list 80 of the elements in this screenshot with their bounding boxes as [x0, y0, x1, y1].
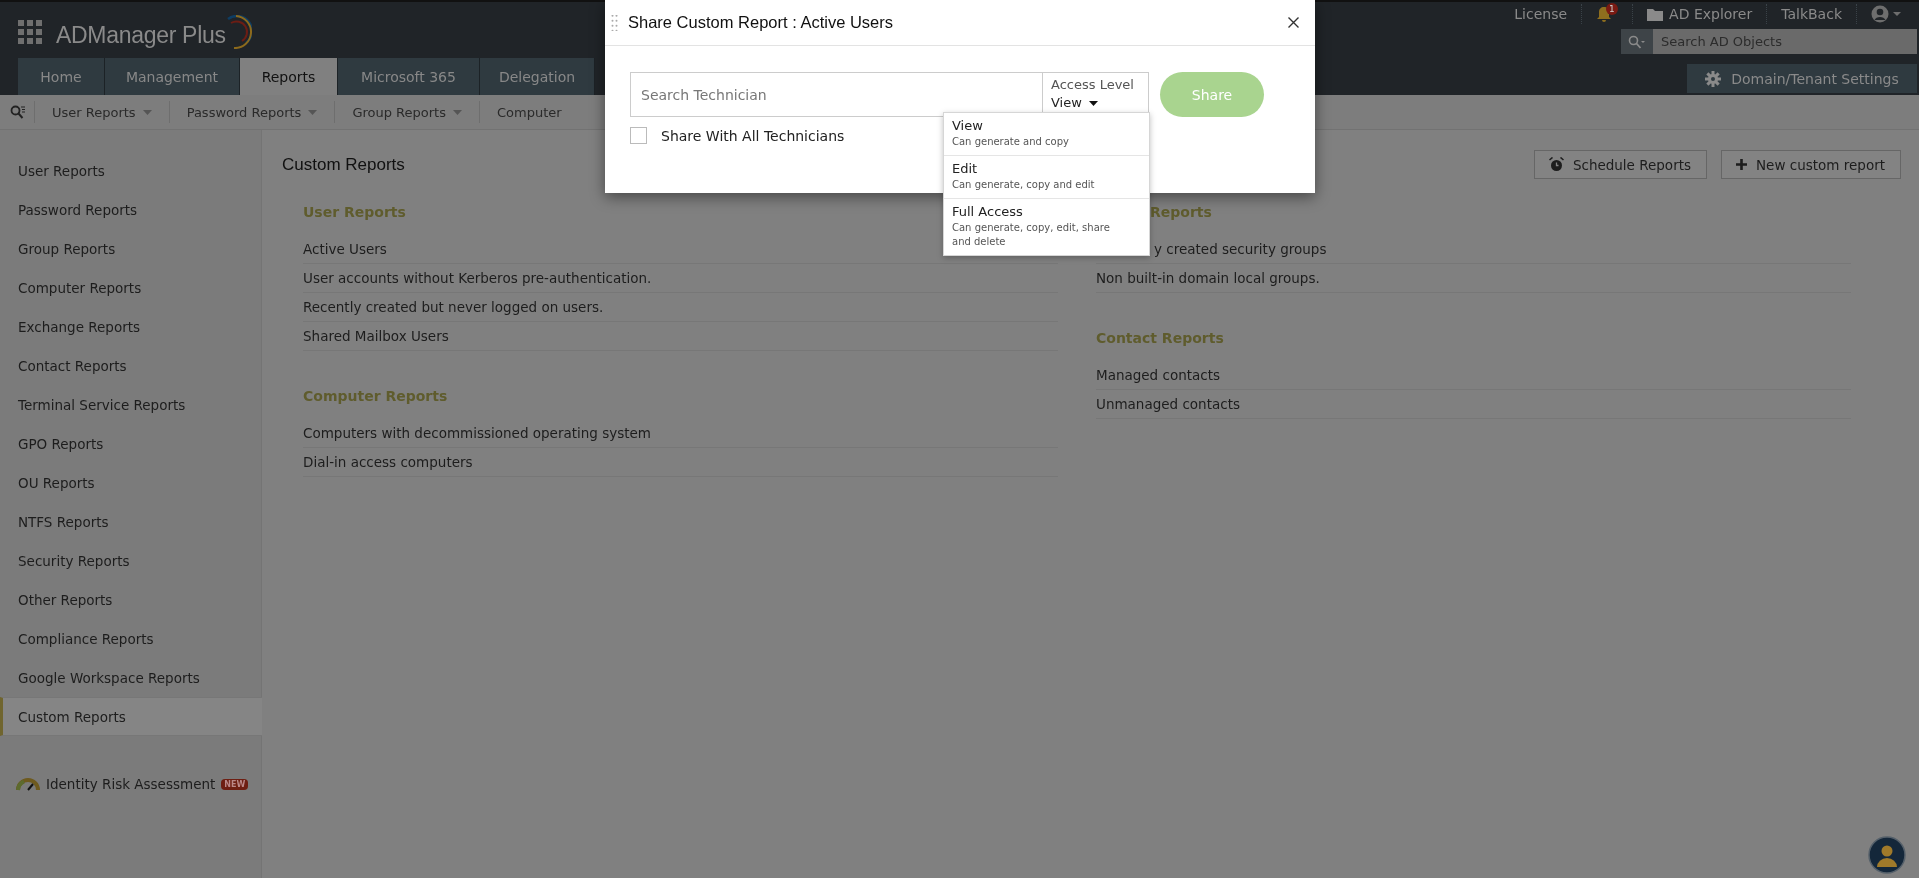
nav-tab[interactable]: Delegation [480, 58, 595, 95]
checkbox-label[interactable]: Share With All Technicians [661, 127, 845, 144]
sidebar-item[interactable]: Security Reports [0, 541, 261, 580]
folder-icon [1647, 7, 1664, 21]
nav-tab[interactable]: Reports [240, 58, 338, 95]
settings-button[interactable]: Domain/Tenant Settings [1687, 64, 1917, 93]
gear-icon [1705, 70, 1722, 87]
report-link[interactable]: User accounts without Kerberos pre-authentication. [303, 270, 652, 286]
sidebar-item[interactable]: Computer Reports [0, 268, 261, 307]
sidebar-item[interactable]: Custom Reports [0, 697, 262, 736]
option-description: Can generate and copy [952, 135, 1070, 149]
sidebar-item[interactable]: Group Reports [0, 229, 261, 268]
option-label: Full Access [952, 204, 1024, 219]
search-icon [1628, 34, 1646, 49]
sidebar-item[interactable]: Exchange Reports [0, 307, 261, 346]
sidebar-item[interactable]: Password Reports [0, 190, 261, 229]
sidebar-item[interactable]: Contact Reports [0, 346, 261, 385]
gauge-icon [16, 777, 40, 791]
product-name: ADManager Plus [56, 22, 226, 49]
header-link[interactable]: AD Explorer [1669, 6, 1753, 22]
header-link[interactable]: TalkBack [1781, 6, 1842, 22]
new-badge: NEW [221, 778, 249, 790]
notification-bell[interactable]: 1 [1596, 2, 1619, 26]
report-menu[interactable]: User Reports [34, 101, 169, 123]
caret-icon [1088, 101, 1098, 106]
swoosh-logo-icon [225, 15, 252, 49]
schedule-reports-button[interactable]: Schedule Reports [1533, 150, 1707, 179]
menu-option[interactable]: Edit Can generate, copy and edit [944, 156, 1149, 199]
sidebar-item[interactable]: Terminal Service Reports [0, 385, 261, 424]
nav-tab[interactable]: Home [18, 58, 105, 95]
caret-icon [452, 109, 462, 115]
sidebar-link[interactable]: Identity Risk Assessment [46, 776, 216, 792]
option-label: Edit [952, 161, 979, 176]
alarm-clock-icon [1548, 157, 1564, 172]
report-menu[interactable]: Computer [478, 101, 579, 123]
header-link[interactable]: License [1514, 6, 1568, 22]
sidebar-item[interactable]: Google Workspace Reports [0, 658, 261, 697]
report-link[interactable]: Dial-in access computers [303, 454, 473, 470]
sidebar-item[interactable]: NTFS Reports [0, 502, 261, 541]
option-description: Can generate, copy, edit, share and delete [952, 221, 1111, 249]
nav-tab[interactable]: Microsoft 365 [338, 58, 480, 95]
section-heading: Computer Reports [303, 388, 448, 404]
sidebar-item[interactable]: Compliance Reports [0, 619, 261, 658]
caret-icon [142, 109, 152, 115]
drag-handle-icon[interactable] [611, 14, 618, 31]
close-icon [1288, 17, 1299, 28]
report-menu[interactable]: Group Reports [334, 101, 479, 123]
technician-search-field[interactable]: Search Technician [630, 72, 1043, 117]
report-link[interactable]: y created security groups [1154, 241, 1327, 257]
nav-tab[interactable]: Management [105, 58, 240, 95]
report-link[interactable]: Recently created but never logged on users. [303, 299, 604, 315]
section-heading: Reports [1150, 204, 1212, 220]
report-link[interactable]: Computers with decommissioned operating system [303, 425, 651, 441]
section-heading: Contact Reports [1096, 330, 1224, 346]
notification-count: 1 [1606, 2, 1618, 15]
sidebar-item[interactable]: User Reports [0, 151, 261, 190]
new-report-button[interactable]: New custom report [1721, 150, 1901, 179]
report-link[interactable]: Managed contacts [1096, 367, 1221, 383]
option-description: Can generate, copy and edit [952, 178, 1096, 192]
sidebar-item[interactable]: OU Reports [0, 463, 261, 502]
menu-option[interactable]: View Can generate and copy [944, 113, 1149, 156]
section-heading: User Reports [303, 204, 406, 220]
report-link[interactable]: Shared Mailbox Users [303, 328, 449, 344]
dialog-title: Share Custom Report : Active Users [628, 13, 894, 32]
report-link[interactable]: Non built-in domain local groups. [1096, 270, 1320, 286]
sidebar-item[interactable]: Other Reports [0, 580, 261, 619]
report-link[interactable]: Unmanaged contacts [1096, 396, 1240, 412]
option-label: View [952, 118, 984, 133]
page-title: Custom Reports [282, 154, 405, 175]
plus-icon [1736, 159, 1747, 170]
search-icon[interactable] [10, 105, 26, 119]
checkbox[interactable] [630, 127, 647, 144]
report-menu[interactable]: Password Reports [168, 101, 335, 123]
sidebar-item[interactable]: GPO Reports [0, 424, 261, 463]
menu-option[interactable]: Full Access Can generate, copy, edit, share and delete [944, 199, 1149, 255]
report-link[interactable]: Active Users [303, 241, 387, 257]
assistant-icon[interactable] [1868, 836, 1906, 874]
app-grid-icon[interactable] [18, 20, 42, 44]
caret-icon [308, 109, 318, 115]
user-avatar-icon[interactable] [1871, 5, 1903, 23]
